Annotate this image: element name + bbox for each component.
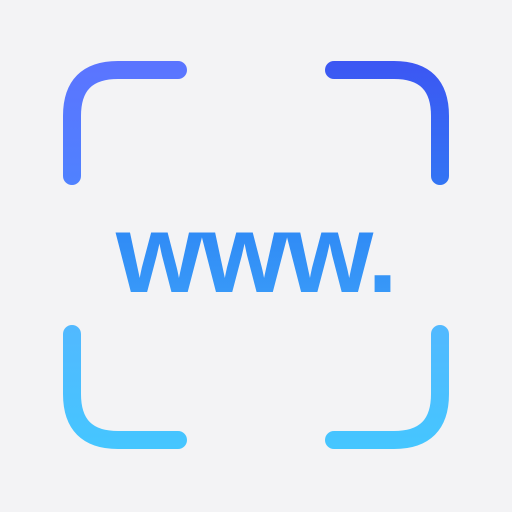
frame-corner-bottom-left bbox=[63, 325, 187, 449]
frame-corner-top-right bbox=[325, 61, 449, 185]
frame-corner-bottom-right bbox=[325, 325, 449, 449]
scan-web-address-icon: www. bbox=[63, 61, 449, 449]
frame-corner-top-left bbox=[63, 61, 187, 185]
app-icon: www. bbox=[0, 0, 512, 512]
web-address-text: www. bbox=[115, 191, 396, 316]
